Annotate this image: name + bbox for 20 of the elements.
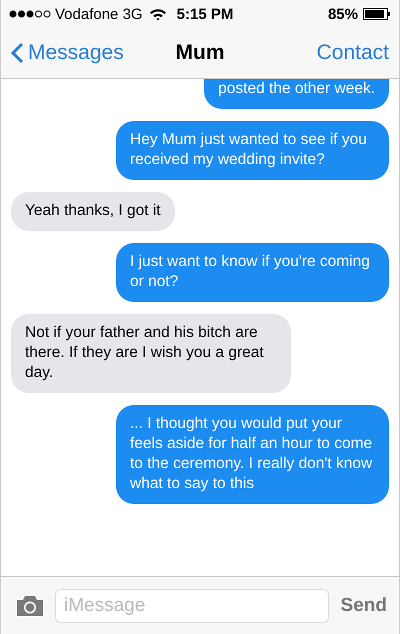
contact-link[interactable]: Contact [316, 41, 389, 65]
carrier-name: Vodafone 3G [55, 6, 143, 22]
send-button[interactable]: Send [338, 594, 389, 616]
back-label[interactable]: Messages [28, 41, 124, 65]
sent-message: Hey Mum just wanted to see if you received my wedding invite? [116, 121, 389, 180]
battery-percent: 85% [328, 6, 358, 22]
battery-icon [363, 8, 391, 20]
camera-icon [15, 594, 45, 616]
wifi-icon [148, 8, 167, 20]
sent-message: ... I thought you would put your feels aside for half an hour to come to the ceremony. I really don't know what to say to this [116, 405, 389, 504]
sent-message: I just want to know if you're coming or not? [116, 243, 389, 302]
clock-time: 5:15 PM [176, 6, 234, 22]
received-message: Not if your father and his bitch are there. If they are I wish you a great day. [11, 314, 291, 393]
message-input[interactable]: iMessage [55, 588, 329, 622]
chevron-left-icon [11, 42, 24, 64]
sent-message: posted the other week. [204, 79, 389, 109]
signal-icon [9, 10, 51, 18]
conversation-title: Mum [176, 41, 224, 65]
back-link[interactable]: Messages [11, 41, 124, 65]
received-message: Yeah thanks, I got it [11, 192, 175, 231]
